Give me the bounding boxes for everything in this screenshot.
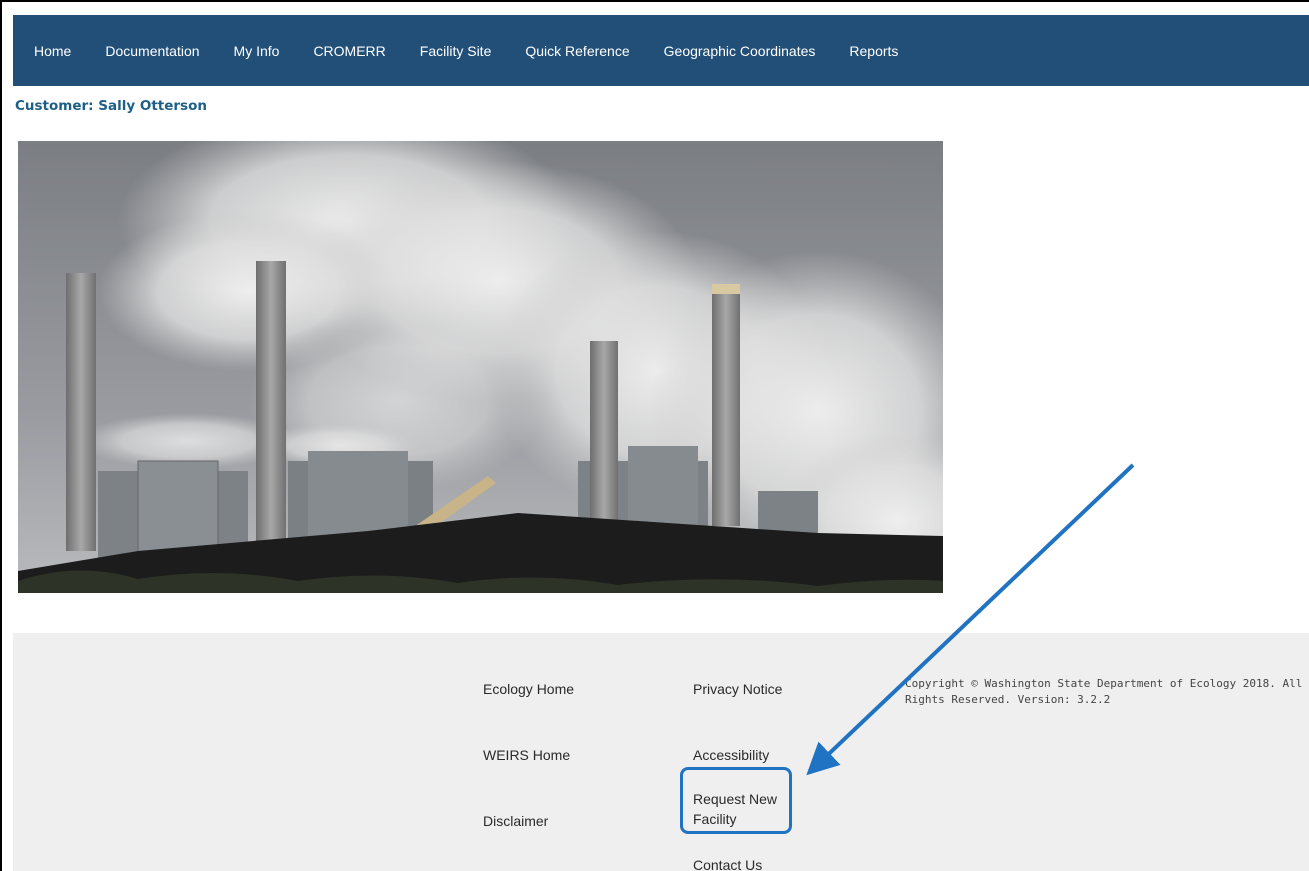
site-footer: Ecology Home WEIRS Home Disclaimer Priva… [13,633,1309,871]
customer-name: Customer: Sally Otterson [15,98,207,114]
footer-link-weirs-home[interactable]: WEIRS Home [483,745,593,765]
nav-geographic-coordinates[interactable]: Geographic Coordinates [664,43,816,59]
nav-home[interactable]: Home [34,43,71,59]
footer-link-privacy-notice[interactable]: Privacy Notice [693,679,803,699]
hero-image-power-plant [18,141,943,593]
nav-documentation[interactable]: Documentation [105,43,199,59]
footer-link-accessibility[interactable]: Accessibility [693,745,803,765]
nav-facility-site[interactable]: Facility Site [420,43,492,59]
nav-quick-reference[interactable]: Quick Reference [525,43,629,59]
footer-link-ecology-home[interactable]: Ecology Home [483,679,593,699]
copyright-text: Copyright © Washington State Department … [905,677,1303,706]
footer-link-contact-us[interactable]: Contact Us [693,855,803,871]
nav-my-info[interactable]: My Info [234,43,280,59]
nav-reports[interactable]: Reports [849,43,898,59]
highlight-box-annotation [680,767,792,834]
footer-link-disclaimer[interactable]: Disclaimer [483,811,593,831]
main-nav: Home Documentation My Info CROMERR Facil… [13,15,1309,86]
nav-cromerr[interactable]: CROMERR [313,43,385,59]
